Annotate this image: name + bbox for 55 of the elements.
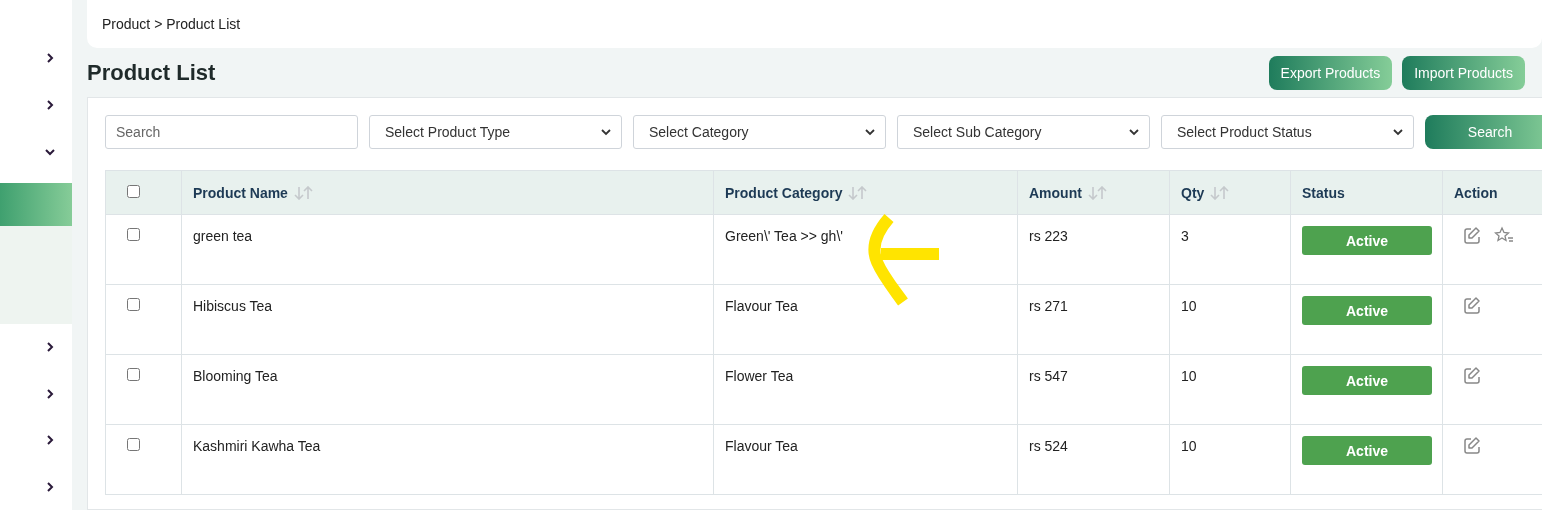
table-cell: 10 xyxy=(1181,298,1197,314)
chevron-down-icon xyxy=(601,128,611,136)
chevron-right-icon[interactable] xyxy=(44,387,56,400)
table-cell: 10 xyxy=(1181,368,1197,384)
header-button[interactable]: Import Products xyxy=(1402,55,1525,90)
column-header: Action xyxy=(1454,184,1498,201)
status-badge: Active xyxy=(1302,436,1432,465)
status-badge: Active xyxy=(1302,296,1432,325)
active-menu-item[interactable] xyxy=(0,182,72,226)
column-header: Status xyxy=(1302,184,1345,201)
column-header[interactable]: Product Name xyxy=(193,184,288,201)
table-cell: Flavour Tea xyxy=(725,298,798,314)
filter-select[interactable]: Select Sub Category xyxy=(897,115,1150,149)
page-title: Product List xyxy=(87,59,216,86)
table-cell: 3 xyxy=(1181,228,1189,244)
filter-select[interactable]: Select Product Status xyxy=(1161,115,1414,149)
table-cell: Green\' Tea >> gh\' xyxy=(725,228,843,244)
chevron-right-icon[interactable] xyxy=(44,480,56,493)
chevron-right-icon[interactable] xyxy=(44,434,56,447)
column-header[interactable]: Amount xyxy=(1029,184,1082,201)
table-cell: Blooming Tea xyxy=(193,368,278,384)
row-checkbox[interactable] xyxy=(127,438,140,451)
table-cell: rs 524 xyxy=(1029,438,1068,454)
edit-icon[interactable] xyxy=(1462,296,1482,316)
column-header[interactable]: Product Category xyxy=(725,184,843,201)
edit-icon[interactable] xyxy=(1462,366,1482,386)
table-cell: Flower Tea xyxy=(725,368,794,384)
chevron-down-icon xyxy=(1393,128,1403,136)
filter-select[interactable]: Select Category xyxy=(633,115,886,149)
column-header[interactable]: Qty xyxy=(1181,184,1205,201)
edit-icon[interactable] xyxy=(1462,436,1482,456)
breadcrumb: Product > Product List xyxy=(102,16,241,32)
select-all-checkbox[interactable] xyxy=(127,184,140,198)
table-cell: Flavour Tea xyxy=(725,438,798,454)
table-cell: rs 547 xyxy=(1029,368,1068,384)
chevron-down-icon xyxy=(1129,128,1139,136)
header-button[interactable]: Export Products xyxy=(1268,55,1393,90)
chevron-right-icon[interactable] xyxy=(44,52,56,65)
table-cell: rs 223 xyxy=(1029,228,1068,244)
row-checkbox[interactable] xyxy=(127,298,140,311)
row-checkbox[interactable] xyxy=(127,368,140,381)
chevron-right-icon[interactable] xyxy=(44,340,56,353)
row-checkbox[interactable] xyxy=(127,228,140,241)
table-cell: Kashmiri Kawha Tea xyxy=(193,438,321,454)
edit-icon[interactable] xyxy=(1462,226,1482,246)
search-field[interactable]: Search xyxy=(105,115,358,149)
filter-select[interactable]: Select Product Type xyxy=(369,115,622,149)
table-cell: rs 271 xyxy=(1029,298,1068,314)
table-cell: Hibiscus Tea xyxy=(193,298,273,314)
chevron-right-icon[interactable] xyxy=(44,98,56,111)
table-cell: green tea xyxy=(193,228,253,244)
table-cell: 10 xyxy=(1181,438,1197,454)
status-badge: Active xyxy=(1302,366,1432,395)
status-badge: Active xyxy=(1302,226,1432,255)
chevron-down-icon xyxy=(865,128,875,136)
